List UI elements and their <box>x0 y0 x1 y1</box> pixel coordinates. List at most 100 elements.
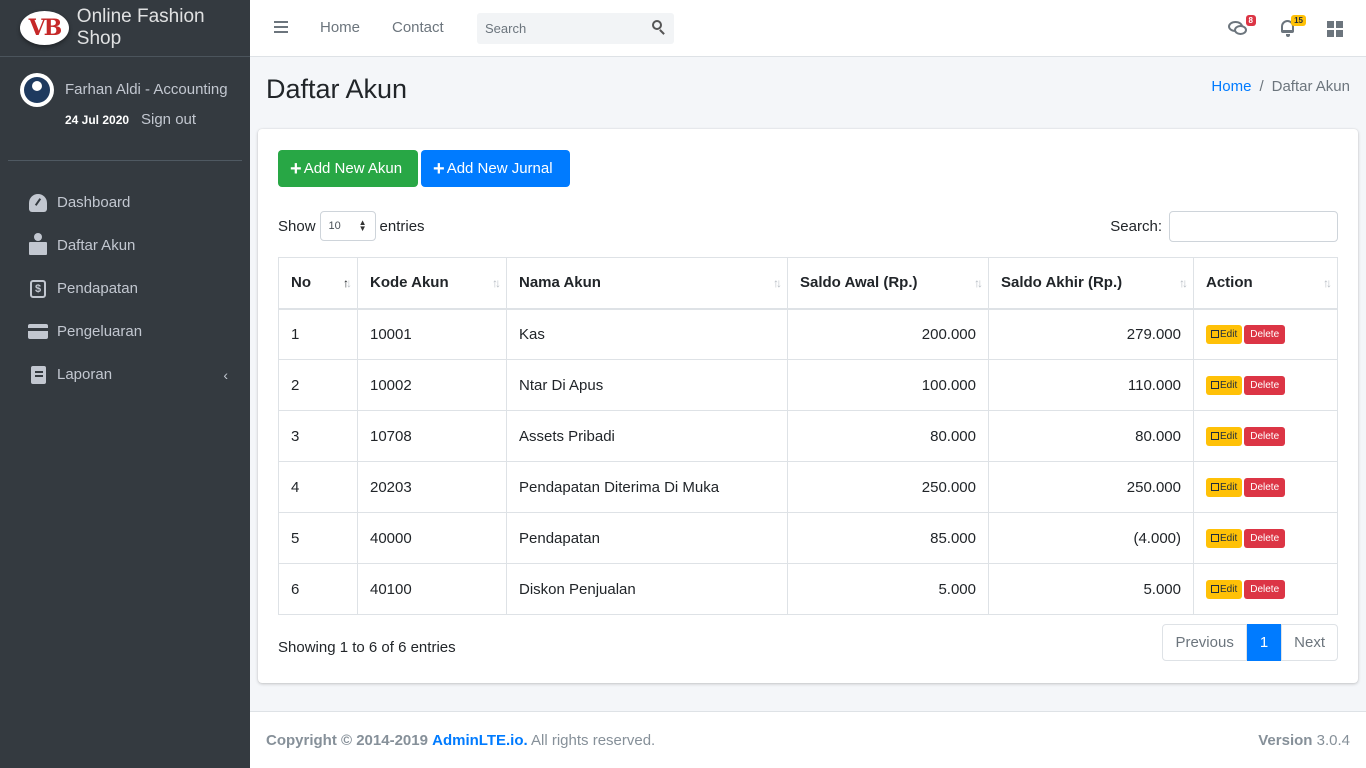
cell-saldo-akhir: 80.000 <box>988 410 1194 462</box>
edit-button[interactable]: Edit <box>1206 579 1243 599</box>
sidebar-item-dashboard[interactable]: Dashboard <box>8 181 242 224</box>
sidebar-item-label: Pendapatan <box>57 280 138 297</box>
sign-out-link[interactable]: Sign out <box>141 111 196 128</box>
sort-icon: ↑↓ <box>492 276 501 290</box>
edit-button[interactable]: Edit <box>1206 528 1243 548</box>
sort-asc-icon: ↑↓ <box>343 276 352 290</box>
cell-kode-akun: 40100 <box>357 563 507 615</box>
cell-no: 1 <box>278 308 358 360</box>
cell-saldo-akhir: 5.000 <box>988 563 1194 615</box>
sort-icon: ↑↓ <box>1323 276 1332 290</box>
breadcrumb-current: Daftar Akun <box>1271 78 1350 95</box>
search-input[interactable] <box>477 13 637 44</box>
pagination-page-1[interactable]: 1 <box>1246 624 1282 661</box>
cell-saldo-awal: 85.000 <box>787 512 989 564</box>
cell-saldo-awal: 100.000 <box>787 359 989 411</box>
table-search-input[interactable] <box>1169 211 1338 242</box>
brand-link[interactable]: VB Online Fashion Shop <box>0 0 250 57</box>
delete-button[interactable]: Delete <box>1244 528 1286 548</box>
nav-contact-link[interactable]: Contact <box>392 19 444 36</box>
cell-nama-akun: Assets Pribadi <box>506 410 788 462</box>
accounts-table: No ↑↓ Kode Akun ↑↓ Nama Akun ↑↓ Saldo Awal … <box>278 257 1338 615</box>
select-arrows-icon: ▲ ▼ <box>358 218 367 233</box>
breadcrumb: Home / Daftar Akun <box>1211 78 1350 95</box>
edit-button[interactable]: Edit <box>1206 324 1243 344</box>
pagination: Previous 1 Next <box>1162 624 1338 661</box>
cell-saldo-akhir: 279.000 <box>988 308 1194 360</box>
cell-action: Edit Delete <box>1193 359 1338 411</box>
column-header-no[interactable]: No ↑↓ <box>278 257 358 310</box>
search-icon[interactable] <box>650 19 668 37</box>
delete-button[interactable]: Delete <box>1244 579 1286 599</box>
cell-kode-akun: 10002 <box>357 359 507 411</box>
add-akun-button[interactable]: + Add New Akun <box>278 150 418 187</box>
edit-button[interactable]: Edit <box>1206 426 1243 446</box>
sidebar-item-label: Laporan <box>57 366 113 383</box>
avatar <box>20 73 54 107</box>
cell-nama-akun: Diskon Penjualan <box>506 563 788 615</box>
brand-name: Online Fashion Shop <box>76 6 205 49</box>
notifications-button[interactable]: 15 <box>1278 15 1306 40</box>
credit-card-icon <box>27 323 49 341</box>
sidebar-item-laporan[interactable]: Laporan ‹ <box>8 353 242 396</box>
table-row: 1 10001 Kas 200.000 279.000 Edit Delete <box>278 308 1338 360</box>
menu-toggle-icon[interactable] <box>274 21 288 23</box>
messages-button[interactable]: 8 <box>1228 15 1256 40</box>
sort-icon: ↑↓ <box>974 276 983 290</box>
edit-icon <box>1211 482 1219 491</box>
column-header-action[interactable]: Action ↑↓ <box>1193 257 1338 310</box>
delete-button[interactable]: Delete <box>1244 477 1286 497</box>
cell-no: 2 <box>278 359 358 411</box>
sort-icon: ↑↓ <box>1179 276 1188 290</box>
cell-no: 5 <box>278 512 358 564</box>
delete-button[interactable]: Delete <box>1244 324 1286 344</box>
column-header-saldo-akhir[interactable]: Saldo Akhir (Rp.) ↑↓ <box>988 257 1194 310</box>
table-header-row: No ↑↓ Kode Akun ↑↓ Nama Akun ↑↓ Saldo Awal … <box>278 257 1338 310</box>
sidebar-item-pengeluaran[interactable]: Pengeluaran <box>8 310 242 353</box>
entries-select[interactable]: 10 ▲ ▼ <box>319 211 376 241</box>
sidebar-item-pendapatan[interactable]: $ Pendapatan <box>8 267 242 310</box>
main-sidebar: VB Online Fashion Shop Farhan Aldi - Acc… <box>0 0 250 768</box>
page-title: Daftar Akun <box>266 74 408 104</box>
cell-nama-akun: Pendapatan <box>506 512 788 564</box>
cell-action: Edit Delete <box>1193 461 1338 513</box>
table-row: 5 40000 Pendapatan 85.000 (4.000) Edit Delete <box>278 512 1338 564</box>
pagination-previous[interactable]: Previous <box>1162 624 1247 661</box>
cell-saldo-akhir: (4.000) <box>988 512 1194 564</box>
cell-no: 4 <box>278 461 358 513</box>
cell-action: Edit Delete <box>1193 563 1338 615</box>
cell-saldo-awal: 250.000 <box>787 461 989 513</box>
sidebar-item-daftar-akun[interactable]: Daftar Akun <box>8 224 242 267</box>
edit-icon <box>1211 584 1219 593</box>
edit-button[interactable]: Edit <box>1206 375 1243 395</box>
nav-home-link[interactable]: Home <box>320 19 360 36</box>
user-panel: Farhan Aldi - Accounting 24 Jul 2020 Sig… <box>8 57 242 161</box>
edit-icon <box>1211 431 1219 440</box>
add-jurnal-button[interactable]: + Add New Jurnal <box>421 150 570 187</box>
edit-icon <box>1211 380 1219 389</box>
plus-icon: + <box>290 157 302 180</box>
notifications-badge: 15 <box>1291 15 1306 26</box>
table-row: 4 20203 Pendapatan Diterima Di Muka 250.000… <box>278 461 1338 513</box>
edit-button[interactable]: Edit <box>1206 477 1243 497</box>
cell-nama-akun: Pendapatan Diterima Di Muka <box>506 461 788 513</box>
breadcrumb-separator: / <box>1259 78 1264 95</box>
column-header-nama-akun[interactable]: Nama Akun ↑↓ <box>506 257 788 310</box>
cell-kode-akun: 40000 <box>357 512 507 564</box>
accounts-card: + Add New Akun + Add New Jurnal Show 10 ▲ ▼… <box>258 129 1358 683</box>
grid-icon <box>1327 21 1334 28</box>
breadcrumb-home[interactable]: Home <box>1211 78 1251 95</box>
user-name[interactable]: Farhan Aldi - Accounting <box>65 81 228 98</box>
control-sidebar-button[interactable] <box>1324 18 1346 40</box>
money-icon: $ <box>27 279 49 298</box>
column-header-saldo-awal[interactable]: Saldo Awal (Rp.) ↑↓ <box>787 257 989 310</box>
pagination-next[interactable]: Next <box>1281 624 1338 661</box>
footer-adminlte-link[interactable]: AdminLTE.io. <box>432 732 528 749</box>
tachometer-icon <box>27 193 49 212</box>
column-header-kode-akun[interactable]: Kode Akun ↑↓ <box>357 257 507 310</box>
table-row: 2 10002 Ntar Di Apus 100.000 110.000 Edit Dele… <box>278 359 1338 411</box>
delete-button[interactable]: Delete <box>1244 375 1286 395</box>
sidebar-nav: Dashboard Daftar Akun $ Pendapatan Penge… <box>0 181 250 396</box>
chevron-left-icon: ‹ <box>223 366 228 383</box>
delete-button[interactable]: Delete <box>1244 426 1286 446</box>
